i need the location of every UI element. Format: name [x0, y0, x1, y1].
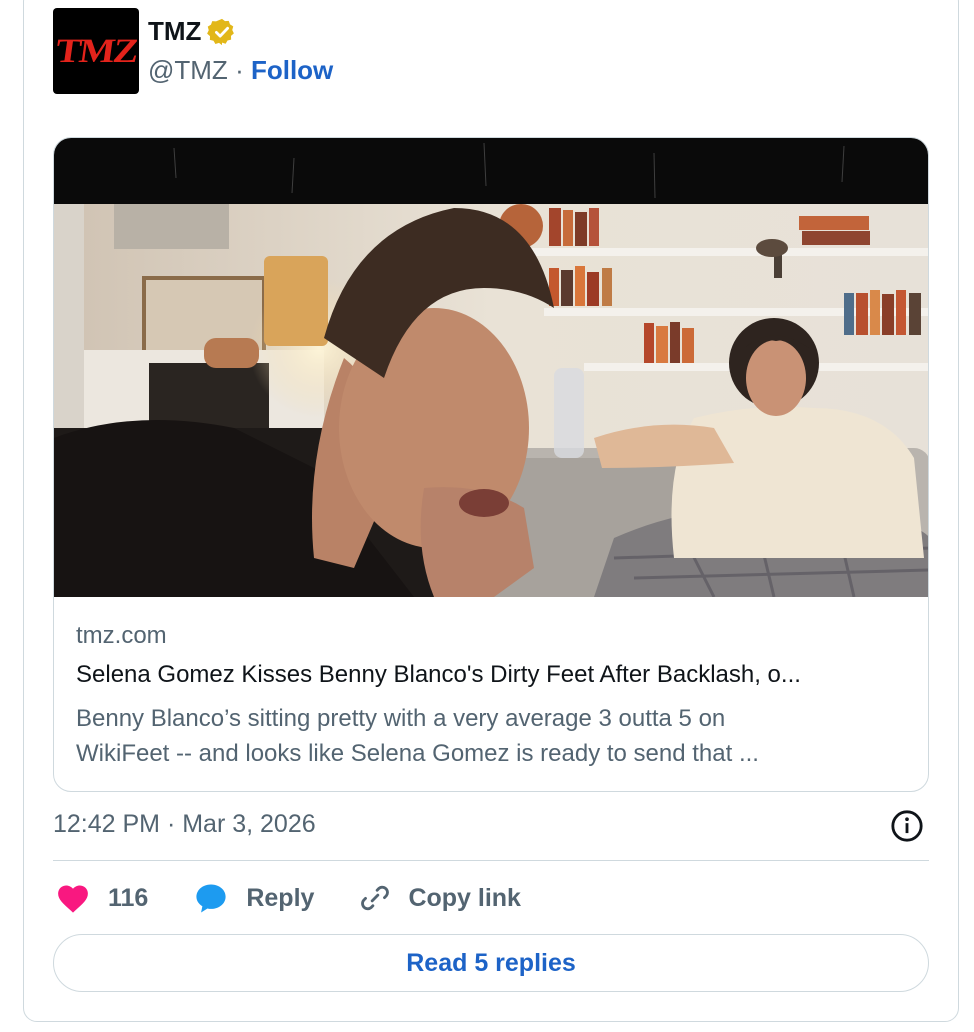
- tweet-timestamp[interactable]: 12:42 PM · Mar 3, 2026: [53, 810, 316, 839]
- link-preview-text[interactable]: tmz.com Selena Gomez Kisses Benny Blanco…: [76, 622, 916, 771]
- heart-icon: [58, 885, 88, 913]
- link-preview-image[interactable]: [54, 138, 928, 597]
- avatar[interactable]: TMZ: [53, 8, 139, 94]
- read-replies-button[interactable]: Read 5 replies: [53, 934, 929, 992]
- separator-dot: ·: [235, 55, 244, 85]
- author-handle[interactable]: @TMZ: [148, 55, 228, 85]
- link-icon: [361, 885, 390, 911]
- action-bar: 116 Reply Copy link: [56, 878, 521, 918]
- copy-link-button[interactable]: Copy link: [358, 881, 521, 915]
- speech-bubble-icon: [196, 884, 226, 913]
- copy-link-label: Copy link: [408, 883, 521, 912]
- link-description-line-2: WikiFeet -- and looks like Selena Gomez …: [76, 740, 759, 767]
- like-count: 116: [108, 883, 149, 912]
- link-description-line-1: Benny Blanco’s sitting pretty with a ver…: [76, 705, 726, 732]
- link-domain: tmz.com: [76, 622, 167, 649]
- reply-button[interactable]: Reply: [194, 881, 358, 915]
- link-description: Benny Blanco’s sitting pretty with a ver…: [76, 701, 916, 771]
- author-handle-row: @TMZ · Follow: [148, 55, 333, 86]
- info-icon[interactable]: [890, 809, 924, 843]
- like-button[interactable]: 116: [56, 882, 194, 914]
- link-title: Selena Gomez Kisses Benny Blanco's Dirty…: [76, 661, 801, 688]
- divider: [53, 860, 929, 861]
- author-name-label: TMZ: [148, 16, 202, 46]
- verified-badge-icon: [207, 18, 235, 45]
- tmz-logo: TMZ: [53, 32, 139, 70]
- follow-button[interactable]: Follow: [251, 55, 333, 85]
- author-name[interactable]: TMZ: [148, 16, 237, 47]
- video-still-illustration: [54, 138, 928, 597]
- link-preview-card[interactable]: tmz.com Selena Gomez Kisses Benny Blanco…: [53, 137, 929, 792]
- reply-label: Reply: [246, 883, 315, 912]
